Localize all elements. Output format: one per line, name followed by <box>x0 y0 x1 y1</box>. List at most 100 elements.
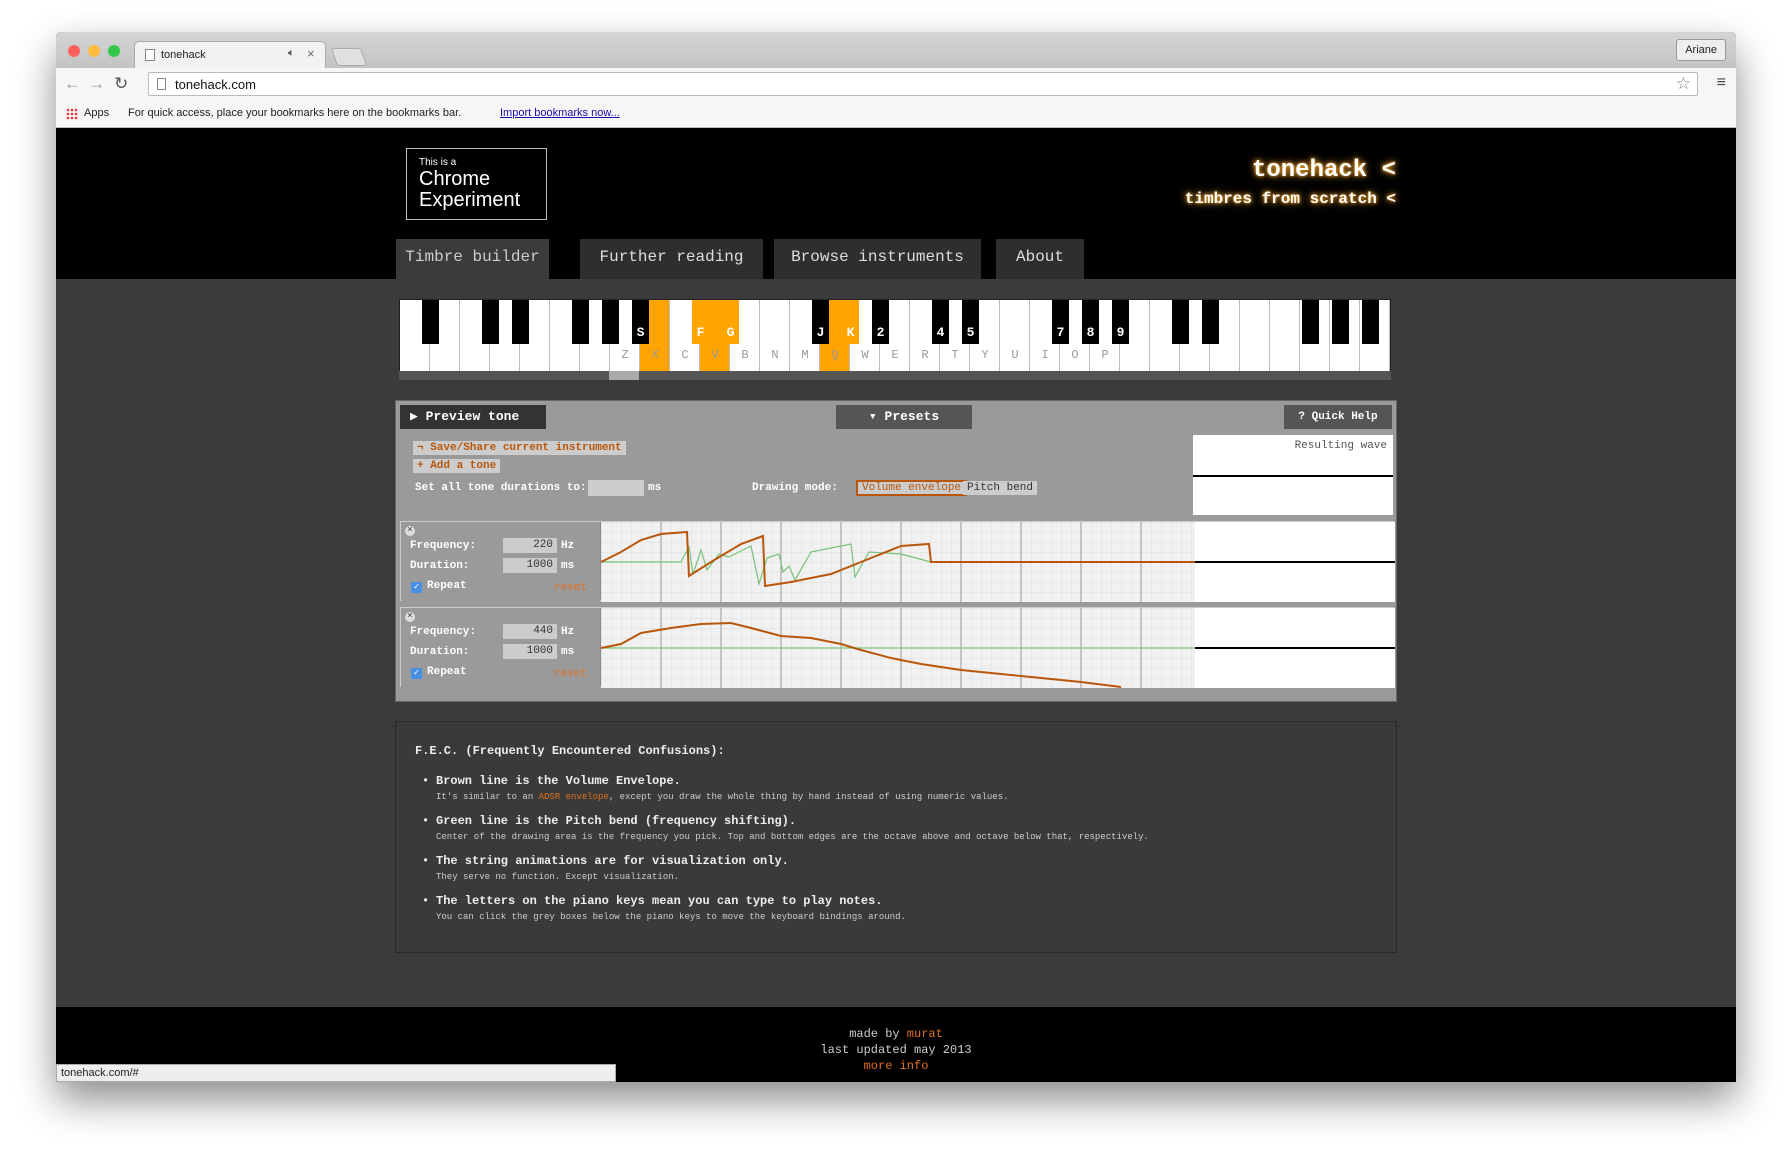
tone-controls: × Frequency: 220 Hz Duration: 1000 ms ✓ … <box>401 522 600 602</box>
piano-black-key[interactable]: G <box>722 300 739 344</box>
reload-icon[interactable]: ↻ <box>114 74 128 94</box>
piano-black-key[interactable]: 2 <box>872 300 889 344</box>
duration-label: Set all tone durations to: <box>415 482 587 494</box>
import-bookmarks-link[interactable]: Import bookmarks now... <box>500 107 620 119</box>
reset-link[interactable]: reset <box>554 668 587 680</box>
piano-black-key[interactable] <box>512 300 529 344</box>
pitch-bend-toggle[interactable]: Pitch bend <box>963 481 1038 495</box>
menu-icon[interactable]: ≡ <box>1717 74 1726 92</box>
site-header: This is a Chrome Experiment tonehack < ti… <box>56 129 1736 279</box>
browser-tab[interactable]: tonehack 🔈︎ × <box>134 41 326 69</box>
piano-black-key[interactable]: F <box>692 300 709 344</box>
piano-black-key[interactable] <box>1172 300 1189 344</box>
white-key-letter: B <box>741 348 749 362</box>
duration-input[interactable]: 1000 <box>503 558 557 573</box>
author-link[interactable]: murat <box>907 1027 943 1041</box>
frequency-input[interactable]: 220 <box>503 538 557 553</box>
tab-title: tonehack <box>161 49 206 61</box>
preview-tone-button[interactable]: ▶ Preview tone <box>400 405 546 429</box>
address-bar[interactable]: tonehack.com ☆ <box>148 72 1698 96</box>
piano-black-key[interactable] <box>1332 300 1349 344</box>
badge-small-text: This is a <box>419 157 457 168</box>
quick-help-button[interactable]: ? Quick Help <box>1284 405 1392 429</box>
close-window-button[interactable] <box>68 45 80 57</box>
adsr-link[interactable]: ADSR envelope <box>539 792 609 802</box>
piano-black-key[interactable] <box>482 300 499 344</box>
piano-black-key[interactable] <box>1302 300 1319 344</box>
apps-grid-icon[interactable] <box>66 108 78 120</box>
black-key-letter: 4 <box>936 325 945 340</box>
volume-envelope-toggle[interactable]: Volume envelope <box>856 480 968 496</box>
piano-black-key[interactable] <box>422 300 439 344</box>
duration-input[interactable]: 1000 <box>503 644 557 659</box>
apps-link[interactable]: Apps <box>84 107 109 119</box>
piano-black-key[interactable] <box>572 300 589 344</box>
save-share-button[interactable]: ¬ Save/Share current instrument <box>413 441 626 455</box>
close-tab-icon[interactable]: × <box>307 46 315 61</box>
reset-link[interactable]: reset <box>554 582 587 594</box>
tone-row: × Frequency: 220 Hz Duration: 1000 ms ✓ … <box>400 521 1395 602</box>
tone-drawing-canvas[interactable] <box>601 608 1195 688</box>
white-key-letter: T <box>951 348 959 362</box>
fec-item: • Green line is the Pitch bend (frequenc… <box>422 814 1149 842</box>
white-key-letter: E <box>891 348 899 362</box>
repeat-checkbox[interactable]: ✓ <box>411 668 422 679</box>
play-icon: ▶ <box>410 409 426 424</box>
fec-item-detail: It's similar to an ADSR envelope, except… <box>436 792 1009 802</box>
timbre-builder-panel: ▶ Preview tone ▾ Presets ? Quick Help ¬ … <box>395 400 1397 702</box>
fec-item-detail: Center of the drawing area is the freque… <box>436 832 1149 842</box>
forward-icon[interactable]: → <box>88 74 105 94</box>
black-key-letter: F <box>696 325 705 340</box>
fec-item-title: Brown line is the Volume Envelope. <box>436 774 681 788</box>
remove-tone-icon[interactable]: × <box>405 612 415 622</box>
new-tab-button[interactable] <box>330 48 368 66</box>
key-binding-handle[interactable] <box>609 371 639 380</box>
duration-unit: ms <box>561 646 575 658</box>
piano-black-key[interactable] <box>602 300 619 344</box>
wave-line <box>1195 647 1395 649</box>
white-key-letter: Y <box>981 348 989 362</box>
piano-white-key[interactable] <box>1270 300 1300 372</box>
page-content: This is a Chrome Experiment tonehack < ti… <box>56 129 1736 1082</box>
fec-title: F.E.C. (Frequently Encountered Confusion… <box>415 744 725 758</box>
white-key-letter: C <box>681 348 689 362</box>
repeat-label: Repeat <box>427 580 467 592</box>
repeat-checkbox[interactable]: ✓ <box>411 582 422 593</box>
key-binding-scroller[interactable] <box>399 371 1391 380</box>
piano-black-key[interactable] <box>1202 300 1219 344</box>
piano-keyboard[interactable]: Z X C V B N M Q W E R T Y U I O P S F G J K 2 4 5 7 8 9 <box>399 299 1391 372</box>
piano-black-key[interactable]: S <box>632 300 649 344</box>
piano-black-key[interactable]: 7 <box>1052 300 1069 344</box>
frequency-label: Frequency: <box>410 626 477 638</box>
fec-section: F.E.C. (Frequently Encountered Confusion… <box>395 721 1397 953</box>
maximize-window-button[interactable] <box>108 45 120 57</box>
status-bar-url: tonehack.com/# <box>56 1064 616 1082</box>
piano-black-key[interactable]: 5 <box>962 300 979 344</box>
piano-white-key[interactable] <box>1240 300 1270 372</box>
tab-further-reading[interactable]: Further reading <box>580 239 763 279</box>
add-tone-button[interactable]: + Add a tone <box>413 459 501 473</box>
chrome-experiment-badge[interactable]: This is a Chrome Experiment <box>406 148 547 220</box>
piano-black-key[interactable]: K <box>842 300 859 344</box>
black-key-letter: 7 <box>1056 325 1065 340</box>
remove-tone-icon[interactable]: × <box>405 526 415 536</box>
wave-line <box>1193 475 1393 477</box>
all-durations-input[interactable] <box>588 480 644 496</box>
tab-timbre-builder[interactable]: Timbre builder <box>396 239 549 279</box>
bookmark-star-icon[interactable]: ☆ <box>1676 74 1691 94</box>
tab-browse-instruments[interactable]: Browse instruments <box>774 239 981 279</box>
profile-button[interactable]: Ariane <box>1676 39 1726 61</box>
white-key-letter: U <box>1011 348 1019 362</box>
tab-about[interactable]: About <box>996 239 1084 279</box>
piano-black-key[interactable]: 9 <box>1112 300 1129 344</box>
badge-text: Chrome Experiment <box>419 168 521 211</box>
piano-black-key[interactable] <box>1362 300 1379 344</box>
piano-black-key[interactable]: J <box>812 300 829 344</box>
tone-drawing-canvas[interactable] <box>601 522 1195 602</box>
back-icon[interactable]: ← <box>64 74 81 94</box>
frequency-input[interactable]: 440 <box>503 624 557 639</box>
minimize-window-button[interactable] <box>88 45 100 57</box>
presets-button[interactable]: ▾ Presets <box>836 405 972 429</box>
piano-black-key[interactable]: 4 <box>932 300 949 344</box>
piano-black-key[interactable]: 8 <box>1082 300 1099 344</box>
